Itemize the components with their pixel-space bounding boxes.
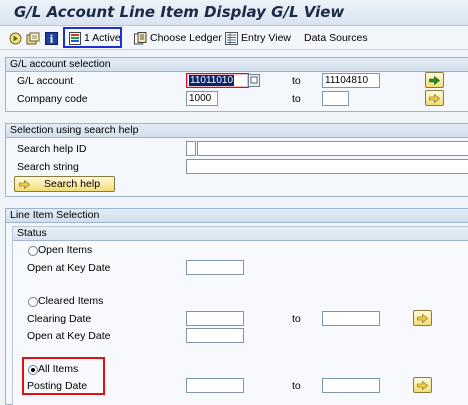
search-help-header: Selection using search help xyxy=(6,124,468,138)
search-help-id-description xyxy=(197,141,468,156)
gl-account-selection-section: G/L account selection G/L account 110110… xyxy=(5,57,468,112)
search-help-section: Selection using search help Search help … xyxy=(5,123,468,197)
posting-date-to-label: to xyxy=(292,380,301,392)
execute-button[interactable] xyxy=(8,29,25,47)
cleared-items-radio[interactable] xyxy=(28,297,38,307)
company-code-to-label: to xyxy=(292,93,301,105)
gl-account-from-value: 11011010 xyxy=(189,75,235,86)
info-button[interactable]: i xyxy=(44,29,61,47)
search-help-button[interactable]: Search help xyxy=(14,176,115,192)
gl-account-to-label: to xyxy=(292,75,301,87)
posting-date-more-selection-button[interactable] xyxy=(413,377,432,393)
cleared-items-label: Cleared Items xyxy=(38,295,104,307)
gl-account-to-field[interactable]: 11104810 xyxy=(322,73,380,88)
open-at-key-date-label: Open at Key Date xyxy=(27,262,111,274)
arrow-icon xyxy=(417,313,428,323)
cleared-open-at-key-date-label: Open at Key Date xyxy=(27,330,111,342)
clearing-date-label: Clearing Date xyxy=(27,313,92,325)
arrow-icon xyxy=(417,380,428,390)
clearing-date-from-field[interactable] xyxy=(186,311,244,326)
open-at-key-date-field[interactable] xyxy=(186,260,244,275)
posting-date-to-field[interactable] xyxy=(322,378,380,393)
data-sources-label: Data Sources xyxy=(304,32,368,44)
clearing-date-more-selection-button[interactable] xyxy=(413,310,432,326)
search-help-id-label: Search help ID xyxy=(17,143,87,155)
multiple-selection-icon[interactable] xyxy=(248,74,260,87)
gl-account-label: G/L account xyxy=(17,75,74,87)
data-sources-button[interactable]: Data Sources xyxy=(304,29,368,47)
choose-ledger-icon xyxy=(133,31,148,45)
variant-button[interactable] xyxy=(25,29,42,47)
gl-account-selection-header: G/L account selection xyxy=(6,58,468,72)
active-ledger-highlight xyxy=(63,27,122,48)
search-string-field[interactable] xyxy=(186,159,468,174)
info-icon: i xyxy=(44,31,59,45)
open-items-radio[interactable] xyxy=(28,246,38,256)
entry-view-label: Entry View xyxy=(241,32,291,44)
status-header: Status xyxy=(13,227,468,241)
svg-text:i: i xyxy=(50,34,54,45)
clearing-date-to-label: to xyxy=(292,313,301,325)
choose-ledger-label: Choose Ledger xyxy=(150,32,222,44)
gl-account-from-field[interactable]: 11011010 xyxy=(186,73,249,88)
search-help-id-field[interactable] xyxy=(186,141,196,156)
all-items-highlight xyxy=(22,357,105,395)
company-code-to-field[interactable] xyxy=(322,91,349,106)
choose-ledger-button[interactable]: Choose Ledger xyxy=(133,29,222,47)
clearing-date-to-field[interactable] xyxy=(322,311,380,326)
posting-date-from-field[interactable] xyxy=(186,378,244,393)
cleared-open-at-key-date-field[interactable] xyxy=(186,328,244,343)
gl-account-more-selection-button[interactable] xyxy=(425,72,444,88)
execute-icon xyxy=(8,31,23,45)
arrow-icon xyxy=(19,179,30,189)
page-title: G/L Account Line Item Display G/L View xyxy=(14,3,345,21)
title-bar: G/L Account Line Item Display G/L View xyxy=(0,0,468,26)
search-string-label: Search string xyxy=(17,161,79,173)
line-item-selection-header: Line Item Selection xyxy=(6,209,468,223)
get-variant-icon xyxy=(25,31,40,45)
arrow-icon xyxy=(429,93,440,103)
company-code-more-selection-button[interactable] xyxy=(425,90,444,106)
green-arrow-icon xyxy=(429,75,440,85)
entry-view-icon xyxy=(224,31,239,45)
open-items-label: Open Items xyxy=(38,244,93,256)
company-code-label: Company code xyxy=(17,93,88,105)
search-help-button-label: Search help xyxy=(44,178,101,190)
company-code-from-field[interactable]: 1000 xyxy=(186,91,218,106)
entry-view-button[interactable]: Entry View xyxy=(224,29,291,47)
